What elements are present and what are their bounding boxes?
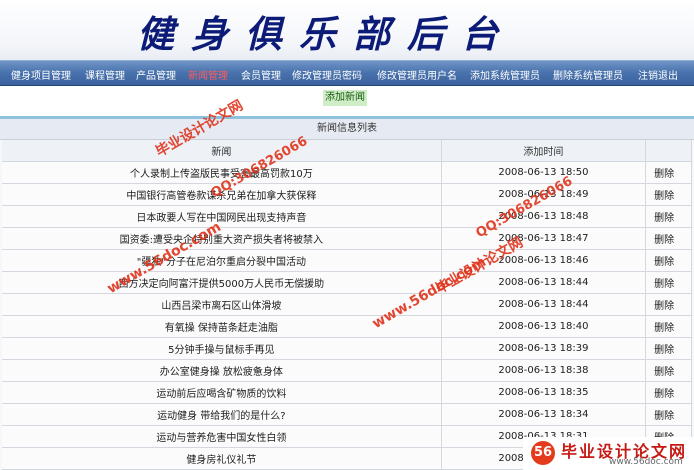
news-title-cell: 有氧操 保持苗条赶走油脂 [2, 315, 442, 338]
news-time-cell: 2008-06-13 18:48 [441, 205, 647, 228]
delete-news-link[interactable]: 删除 [654, 323, 674, 334]
logo-url: www.56doc.com [609, 457, 683, 467]
news-title-cell: 健身房礼仪礼节 [2, 447, 442, 470]
site-title: 健身俱乐部后台 [137, 12, 515, 56]
delete-news-link[interactable]: 删除 [654, 367, 674, 378]
delete-cell: 删除 [645, 337, 692, 360]
news-time-cell: 2008-06-13 18:38 [441, 359, 647, 382]
news-time-cell: 2008-06-13 18:44 [441, 271, 647, 294]
nav-news[interactable]: 新闻管理 [188, 67, 228, 82]
column-header-op [645, 140, 692, 162]
nav-change-admin-username[interactable]: 修改管理员用户名 [377, 67, 457, 82]
delete-cell: 删除 [645, 359, 692, 382]
news-list-panel: 新闻信息列表 新闻 添加时间 个人录制上传盗版民事受害最高罚款10万 2008-0… [0, 116, 694, 470]
delete-news-link[interactable]: 删除 [654, 169, 674, 180]
sub-toolbar: 添加新闻 [0, 86, 694, 112]
news-time-cell: 2008-06-13 18:50 [441, 161, 647, 184]
add-news-button[interactable]: 添加新闻 [323, 90, 367, 106]
header: 健身俱乐部后台 [0, 0, 694, 60]
news-title-cell: 运动健身 带给我们的是什么? [2, 403, 442, 426]
news-time-cell: 2008-06-13 18:40 [441, 315, 647, 338]
delete-news-link[interactable]: 删除 [654, 213, 674, 224]
delete-news-link[interactable]: 删除 [654, 411, 674, 422]
table-row: 有氧操 保持苗条赶走油脂 2008-06-13 18:40 删除 [2, 315, 692, 338]
delete-cell: 删除 [645, 315, 692, 338]
nav-products[interactable]: 产品管理 [136, 67, 176, 82]
table-row: 运动前后应喝含矿物质的饮料 2008-06-13 18:35 删除 [2, 381, 692, 404]
nav-change-admin-password[interactable]: 修改管理员密码 [292, 67, 362, 82]
table-row: 中国银行高管卷款谋杀兄弟在加拿大获保释 2008-06-13 18:49 删除 [2, 183, 692, 206]
delete-news-link[interactable]: 删除 [654, 235, 674, 246]
news-title-cell: 5分钟手操与鼠标手再见 [2, 337, 442, 360]
news-title-cell: 西方决定向阿富汗提供5000万人民币无偿援助 [2, 271, 442, 294]
news-title-cell: 办公室健身操 放松疲惫身体 [2, 359, 442, 382]
logo-mark-icon: 56 [531, 441, 555, 465]
table-row: 办公室健身操 放松疲惫身体 2008-06-13 18:38 删除 [2, 359, 692, 382]
news-title-cell: 中国银行高管卷款谋杀兄弟在加拿大获保释 [2, 183, 442, 206]
delete-cell: 删除 [645, 403, 692, 426]
news-title-cell: "疆独"分子在尼泊尔重启分裂中国活动 [2, 249, 442, 272]
delete-news-link[interactable]: 删除 [654, 301, 674, 312]
column-header-time: 添加时间 [441, 140, 647, 162]
corner-logo: 56 毕业设计论文网 www.56doc.com [523, 437, 694, 470]
table-row: 西方决定向阿富汗提供5000万人民币无偿援助 2008-06-13 18:44 删除 [2, 271, 692, 294]
table-row: 山西吕梁市离石区山体滑坡 2008-06-13 18:44 删除 [2, 293, 692, 316]
news-time-cell: 2008-06-13 18:35 [441, 381, 647, 404]
delete-news-link[interactable]: 删除 [654, 191, 674, 202]
nav-courses[interactable]: 课程管理 [85, 67, 125, 82]
news-title-cell: 国资委:遭受央企特别重大资产损失者将被禁入 [2, 227, 442, 250]
delete-cell: 删除 [645, 271, 692, 294]
column-header-title: 新闻 [2, 140, 442, 162]
table-row: 个人录制上传盗版民事受害最高罚款10万 2008-06-13 18:50 删除 [2, 161, 692, 184]
delete-cell: 删除 [645, 293, 692, 316]
table-row: "疆独"分子在尼泊尔重启分裂中国活动 2008-06-13 18:46 删除 [2, 249, 692, 272]
news-title-cell: 运动前后应喝含矿物质的饮料 [2, 381, 442, 404]
delete-cell: 删除 [645, 249, 692, 272]
nav-logout[interactable]: 注销退出 [638, 67, 678, 82]
news-title-cell: 个人录制上传盗版民事受害最高罚款10万 [2, 161, 442, 184]
table-row: 日本政要人写在中国网民出现支持声音 2008-06-13 18:48 删除 [2, 205, 692, 228]
news-table: 新闻 添加时间 个人录制上传盗版民事受害最高罚款10万 2008-06-13 18… [2, 140, 692, 470]
news-title-cell: 日本政要人写在中国网民出现支持声音 [2, 205, 442, 228]
table-row: 5分钟手操与鼠标手再见 2008-06-13 18:39 删除 [2, 337, 692, 360]
news-time-cell: 2008-06-13 18:47 [441, 227, 647, 250]
news-time-cell: 2008-06-13 18:39 [441, 337, 647, 360]
table-row: 国资委:遭受央企特别重大资产损失者将被禁入 2008-06-13 18:47 删除 [2, 227, 692, 250]
news-time-cell: 2008-06-13 18:46 [441, 249, 647, 272]
news-title-cell: 运动与营养危害中国女性白领 [2, 425, 442, 448]
news-time-cell: 2008-06-13 18:34 [441, 403, 647, 426]
delete-cell: 删除 [645, 205, 692, 228]
table-header-row: 新闻 添加时间 [2, 140, 692, 162]
delete-cell: 删除 [645, 227, 692, 250]
news-time-cell: 2008-06-13 18:49 [441, 183, 647, 206]
nav-add-admin[interactable]: 添加系统管理员 [470, 67, 540, 82]
delete-cell: 删除 [645, 183, 692, 206]
delete-cell: 删除 [645, 381, 692, 404]
delete-news-link[interactable]: 删除 [654, 257, 674, 268]
delete-news-link[interactable]: 删除 [654, 279, 674, 290]
news-list-caption: 新闻信息列表 [0, 119, 694, 140]
nav-fitness-projects[interactable]: 健身项目管理 [11, 67, 71, 82]
news-time-cell: 2008-06-13 18:44 [441, 293, 647, 316]
delete-news-link[interactable]: 删除 [654, 389, 674, 400]
top-nav: 健身项目管理 课程管理 产品管理 新闻管理 会员管理 修改管理员密码 修改管理员… [0, 60, 694, 86]
nav-members[interactable]: 会员管理 [241, 67, 281, 82]
nav-delete-admin[interactable]: 删除系统管理员 [553, 67, 623, 82]
table-row: 运动健身 带给我们的是什么? 2008-06-13 18:34 删除 [2, 403, 692, 426]
delete-news-link[interactable]: 删除 [654, 345, 674, 356]
news-title-cell: 山西吕梁市离石区山体滑坡 [2, 293, 442, 316]
delete-cell: 删除 [645, 161, 692, 184]
